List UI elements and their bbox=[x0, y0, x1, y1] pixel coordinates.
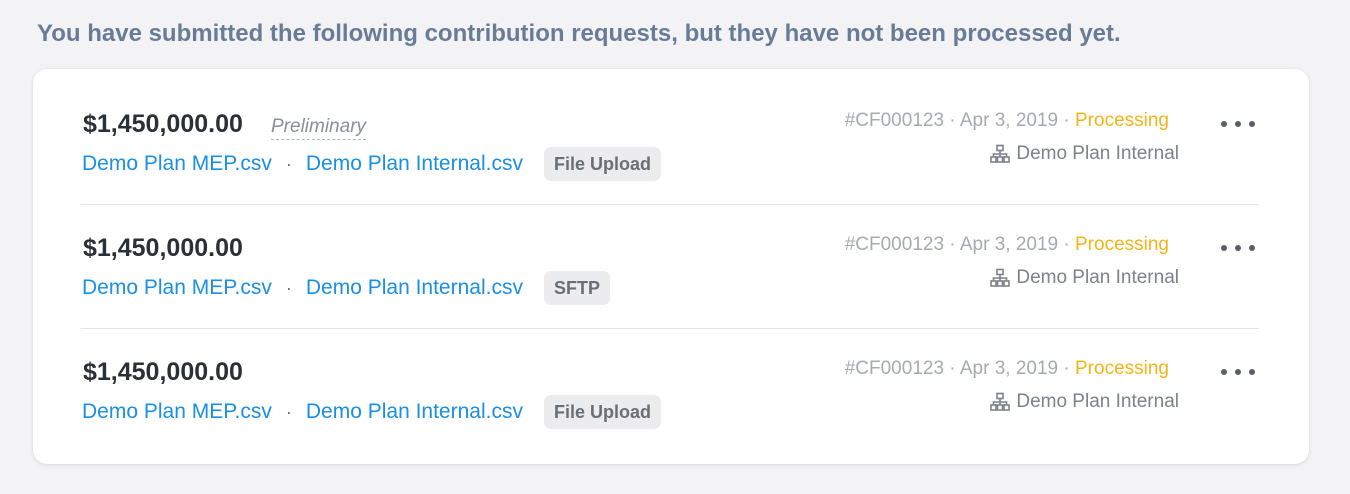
request-amount: $1,450,000.00 bbox=[83, 358, 243, 386]
request-meta: #CF000123 · Apr 3, 2019 · Processing bbox=[845, 234, 1169, 256]
separator-dot: · bbox=[285, 401, 292, 422]
request-files: Demo Plan MEP.csv · Demo Plan Internal.c… bbox=[82, 395, 661, 429]
status-processing: Processing bbox=[1075, 234, 1169, 255]
request-id: #CF000123 bbox=[844, 358, 945, 379]
plan-name: Demo Plan Internal bbox=[1016, 267, 1179, 288]
request-amount: $1,450,000.00 bbox=[83, 110, 243, 138]
plan-label: Demo Plan Internal bbox=[990, 143, 1179, 165]
org-chart-icon bbox=[990, 392, 1011, 411]
submission-method-badge: File Upload bbox=[543, 395, 661, 429]
request-row: $1,450,000.00 Preliminary Demo Plan MEP.… bbox=[81, 81, 1259, 204]
meta-separator: · bbox=[1058, 234, 1075, 255]
request-date: Apr 3, 2019 bbox=[959, 110, 1059, 131]
meta-separator: · bbox=[1058, 110, 1075, 131]
request-id: #CF000123 bbox=[844, 110, 945, 131]
status-processing: Processing bbox=[1075, 358, 1169, 379]
request-row: $1,450,000.00 Demo Plan MEP.csv · Demo P… bbox=[81, 204, 1259, 328]
request-row: $1,450,000.00 Demo Plan MEP.csv · Demo P… bbox=[81, 328, 1259, 452]
request-files: Demo Plan MEP.csv · Demo Plan Internal.c… bbox=[82, 147, 661, 181]
more-horizontal-icon[interactable] bbox=[1221, 365, 1255, 379]
request-files: Demo Plan MEP.csv · Demo Plan Internal.c… bbox=[82, 271, 610, 305]
request-meta: #CF000123 · Apr 3, 2019 · Processing bbox=[845, 358, 1169, 380]
more-horizontal-icon[interactable] bbox=[1221, 117, 1255, 131]
meta-separator: · bbox=[1058, 358, 1075, 379]
file-link-mep[interactable]: Demo Plan MEP.csv bbox=[82, 276, 272, 300]
file-link-internal[interactable]: Demo Plan Internal.csv bbox=[306, 276, 523, 300]
org-chart-icon bbox=[990, 144, 1011, 163]
plan-label: Demo Plan Internal bbox=[990, 267, 1179, 289]
plan-label: Demo Plan Internal bbox=[990, 391, 1179, 413]
plan-name: Demo Plan Internal bbox=[1016, 391, 1179, 412]
preliminary-label[interactable]: Preliminary bbox=[271, 115, 367, 140]
request-amount: $1,450,000.00 bbox=[83, 234, 243, 262]
request-date: Apr 3, 2019 bbox=[959, 234, 1059, 255]
pending-requests-notice: You have submitted the following contrib… bbox=[37, 20, 1121, 47]
org-chart-icon bbox=[990, 268, 1011, 287]
request-date: Apr 3, 2019 bbox=[959, 358, 1059, 379]
file-link-mep[interactable]: Demo Plan MEP.csv bbox=[82, 152, 272, 176]
separator-dot: · bbox=[285, 153, 292, 174]
request-meta: #CF000123 · Apr 3, 2019 · Processing bbox=[845, 110, 1169, 132]
meta-separator: · bbox=[944, 110, 960, 131]
meta-separator: · bbox=[944, 358, 960, 379]
plan-name: Demo Plan Internal bbox=[1016, 143, 1179, 164]
meta-separator: · bbox=[944, 234, 960, 255]
page: You have submitted the following contrib… bbox=[0, 0, 1350, 494]
submission-method-badge: File Upload bbox=[543, 147, 661, 181]
contribution-requests-card: $1,450,000.00 Preliminary Demo Plan MEP.… bbox=[33, 69, 1309, 464]
separator-dot: · bbox=[285, 277, 292, 298]
status-processing: Processing bbox=[1075, 110, 1169, 131]
file-link-mep[interactable]: Demo Plan MEP.csv bbox=[82, 400, 272, 424]
request-id: #CF000123 bbox=[844, 234, 945, 255]
more-horizontal-icon[interactable] bbox=[1221, 241, 1255, 255]
file-link-internal[interactable]: Demo Plan Internal.csv bbox=[306, 152, 523, 176]
submission-method-badge: SFTP bbox=[543, 271, 610, 305]
file-link-internal[interactable]: Demo Plan Internal.csv bbox=[306, 400, 523, 424]
